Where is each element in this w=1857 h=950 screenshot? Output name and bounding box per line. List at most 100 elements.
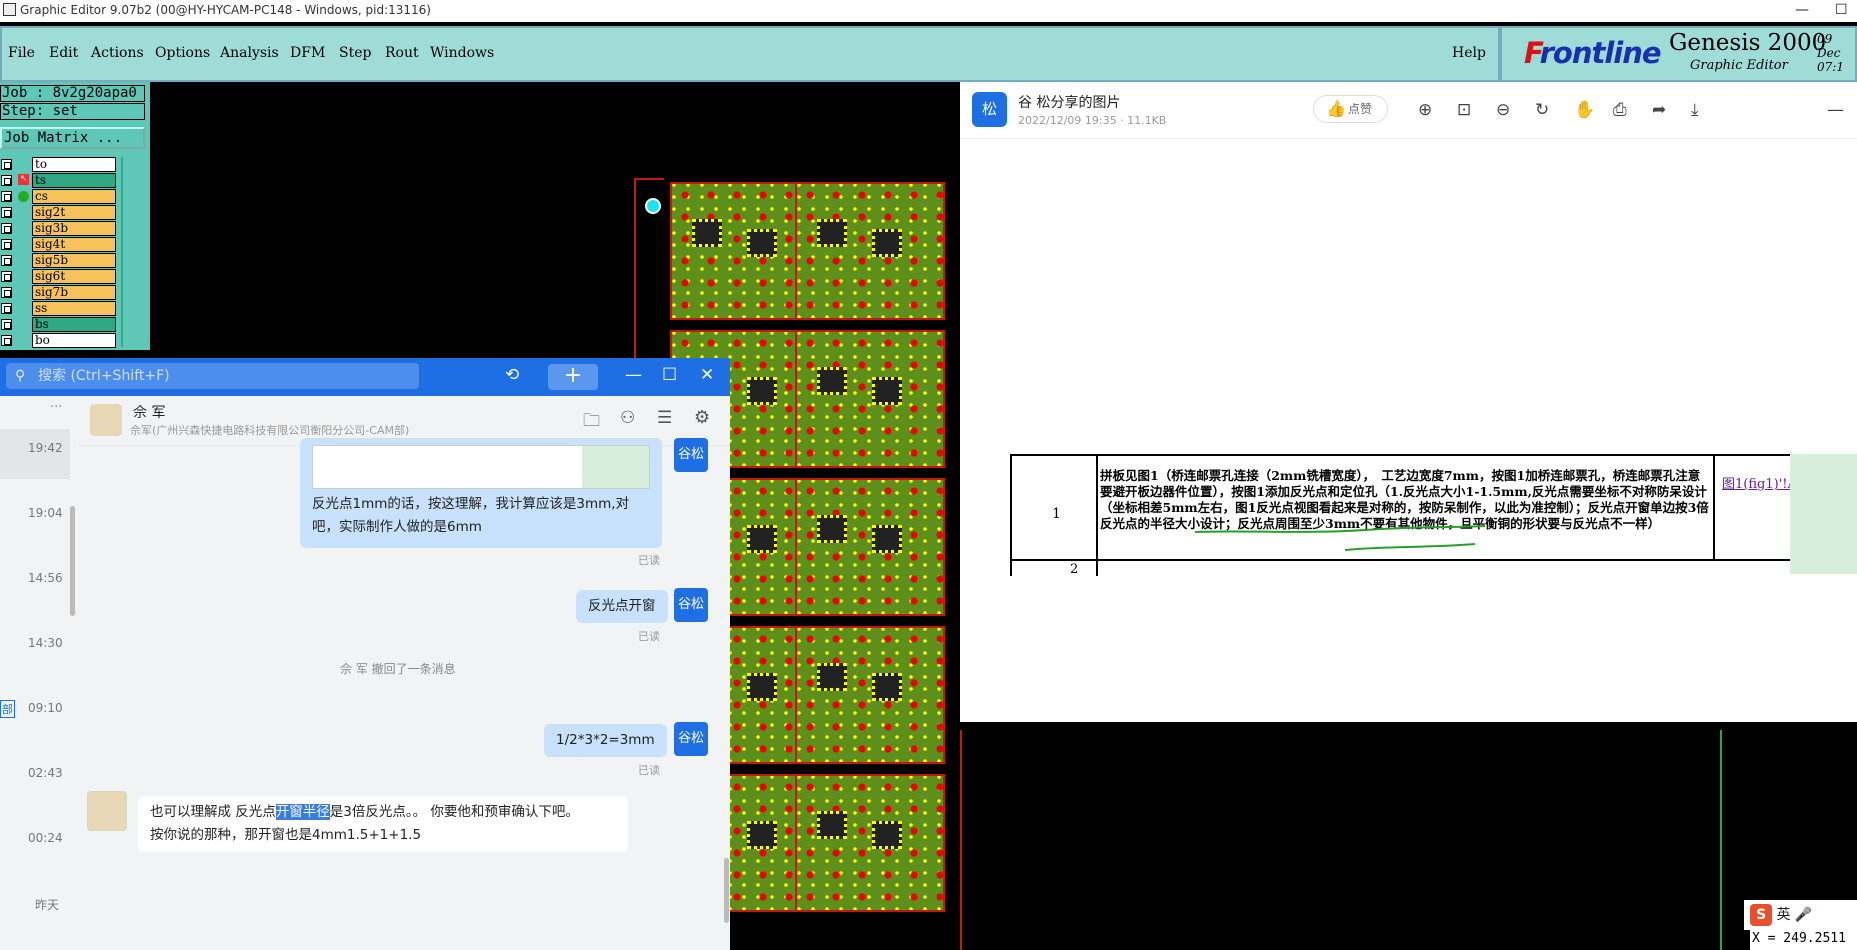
window-title: Graphic Editor 9.07b2 (00@HY-HYCAM-PC148…	[20, 3, 431, 17]
layer-checkbox[interactable]	[1, 287, 12, 298]
download-icon[interactable]: ⤓	[1691, 100, 1699, 120]
layer-row[interactable]: sig6t	[0, 269, 120, 284]
layer-name[interactable]: sig4t	[32, 237, 116, 252]
ic-footprint	[747, 229, 777, 257]
more-icon[interactable]: ···	[50, 400, 62, 415]
layer-name[interactable]: ts	[32, 173, 116, 188]
menu-options[interactable]: Options	[155, 45, 210, 61]
history-icon[interactable]: ⟲	[505, 365, 519, 385]
layer-row[interactable]: sig4t	[0, 237, 120, 252]
layer-row[interactable]: bs	[0, 317, 120, 332]
menu-analysis[interactable]: Analysis	[220, 45, 279, 61]
add-member-icon[interactable]: ⚇	[620, 408, 635, 428]
logo-prefix: F	[1524, 36, 1541, 70]
conversation-time-8: 昨天	[35, 898, 60, 912]
viewer-title: 谷 松分享的图片	[1018, 95, 1121, 111]
hand-icon[interactable]: ✋	[1574, 100, 1595, 120]
pcb-board	[795, 626, 945, 764]
menu-step[interactable]: Step	[339, 45, 371, 61]
layer-name[interactable]: sig3b	[32, 221, 116, 236]
layer-name[interactable]: bo	[32, 333, 116, 348]
add-button[interactable]: +	[548, 364, 598, 390]
minimize-viewer-icon[interactable]: —	[1827, 100, 1844, 120]
layer-name[interactable]: bs	[32, 317, 116, 332]
search-history-icon[interactable]: ☰	[657, 408, 672, 428]
message-bubble-1: 反光点1mm的话，按这理解，我计算应该是3mm,对吧，实际制作人做的是6mm	[300, 438, 662, 548]
layer-checkbox[interactable]	[1, 319, 12, 330]
zoom-in-icon[interactable]: ⊕	[1418, 100, 1432, 120]
layer-checkbox[interactable]	[1, 175, 12, 186]
layer-name[interactable]: ss	[32, 301, 116, 316]
print-icon[interactable]: ⎙	[1613, 100, 1627, 120]
folder-icon[interactable]: 🗀	[583, 408, 600, 437]
menu-edit[interactable]: Edit	[49, 45, 78, 61]
settings-icon[interactable]: ⚙	[694, 407, 710, 428]
layer-name[interactable]: sig5b	[32, 253, 116, 268]
zoom-out-icon[interactable]: ⊖	[1496, 100, 1510, 120]
layer-row[interactable]: ss	[0, 301, 120, 316]
layer-scrollbar[interactable]	[121, 157, 147, 347]
product-subtitle: Graphic Editor	[1690, 58, 1788, 73]
layer-row[interactable]: bo	[0, 333, 120, 348]
panel-frame-right	[960, 730, 1630, 950]
highlight-column	[1790, 454, 1857, 574]
layer-row[interactable]: sig2t	[0, 205, 120, 220]
actual-size-icon[interactable]: ⊡	[1457, 100, 1471, 120]
layer-checkbox[interactable]	[1, 191, 12, 202]
conversation-time-4: 14:30	[28, 636, 63, 650]
like-button[interactable]: 👍 点赞	[1313, 95, 1388, 123]
layer-name[interactable]: sig6t	[32, 269, 116, 284]
read-status-3: 已读	[638, 764, 660, 777]
job-matrix-button[interactable]: Job Matrix ...	[0, 127, 145, 149]
chat-top-bar: ⚲ 搜索 (Ctrl+Shift+F) ⟲ + — ☐ ✕	[0, 358, 730, 396]
layer-name[interactable]: cs	[32, 189, 116, 204]
conversation-scrollbar[interactable]	[70, 506, 75, 616]
layer-checkbox[interactable]	[1, 239, 12, 250]
share-icon[interactable]: ➦	[1652, 100, 1666, 120]
ic-footprint	[817, 219, 847, 247]
layer-checkbox[interactable]	[1, 159, 12, 170]
ime-toolbar[interactable]: S 英 🎤	[1744, 900, 1857, 930]
menu-file[interactable]: File	[8, 45, 35, 61]
menu-rout[interactable]: Rout	[385, 45, 419, 61]
layer-row[interactable]: sig3b	[0, 221, 120, 236]
viewer-meta: 2022/12/09 19:35 · 11.1KB	[1018, 114, 1167, 127]
minimize-icon[interactable]: —	[625, 365, 642, 385]
minimize-button[interactable]: —	[1795, 0, 1809, 20]
ic-footprint	[817, 367, 847, 395]
search-input[interactable]: ⚲ 搜索 (Ctrl+Shift+F)	[6, 363, 419, 389]
conversation-time-1: 19:42	[28, 441, 63, 455]
quoted-image-thumbnail[interactable]	[312, 445, 650, 489]
my-avatar: 谷松	[674, 588, 708, 622]
ic-footprint	[872, 377, 902, 405]
layer-checkbox[interactable]	[1, 223, 12, 234]
maximize-icon[interactable]: ☐	[662, 365, 677, 385]
ic-footprint	[747, 377, 777, 405]
maximize-button[interactable]: ☐	[1835, 0, 1848, 20]
menu-help[interactable]: Help	[1452, 45, 1486, 61]
chat-window: ⚲ 搜索 (Ctrl+Shift+F) ⟲ + — ☐ ✕ ··· 19:42 …	[0, 358, 730, 950]
menu-windows[interactable]: Windows	[430, 45, 494, 61]
ic-footprint	[872, 673, 902, 701]
layer-checkbox[interactable]	[1, 271, 12, 282]
close-icon[interactable]: ✕	[700, 365, 714, 385]
row-divider	[1010, 559, 1807, 561]
layer-name[interactable]: to	[32, 157, 116, 172]
menu-actions[interactable]: Actions	[91, 45, 144, 61]
layer-name[interactable]: sig2t	[32, 205, 116, 220]
microphone-icon[interactable]: 🎤	[1795, 907, 1812, 923]
layer-checkbox[interactable]	[1, 255, 12, 266]
layer-checkbox[interactable]	[1, 207, 12, 218]
contact-avatar-message	[87, 791, 127, 831]
message-scrollbar[interactable]	[724, 858, 729, 923]
layer-row[interactable]: sig7b	[0, 285, 120, 300]
layer-checkbox[interactable]	[1, 303, 12, 314]
layer-name[interactable]: sig7b	[32, 285, 116, 300]
layer-checkbox[interactable]	[1, 335, 12, 346]
coordinate-readout: X = 249.2511	[1750, 928, 1857, 950]
layer-row[interactable]: sig5b	[0, 253, 120, 268]
layer-row[interactable]: to	[0, 157, 120, 172]
ic-footprint	[817, 663, 847, 691]
rotate-icon[interactable]: ↻	[1535, 100, 1549, 120]
menu-dfm[interactable]: DFM	[290, 45, 325, 61]
